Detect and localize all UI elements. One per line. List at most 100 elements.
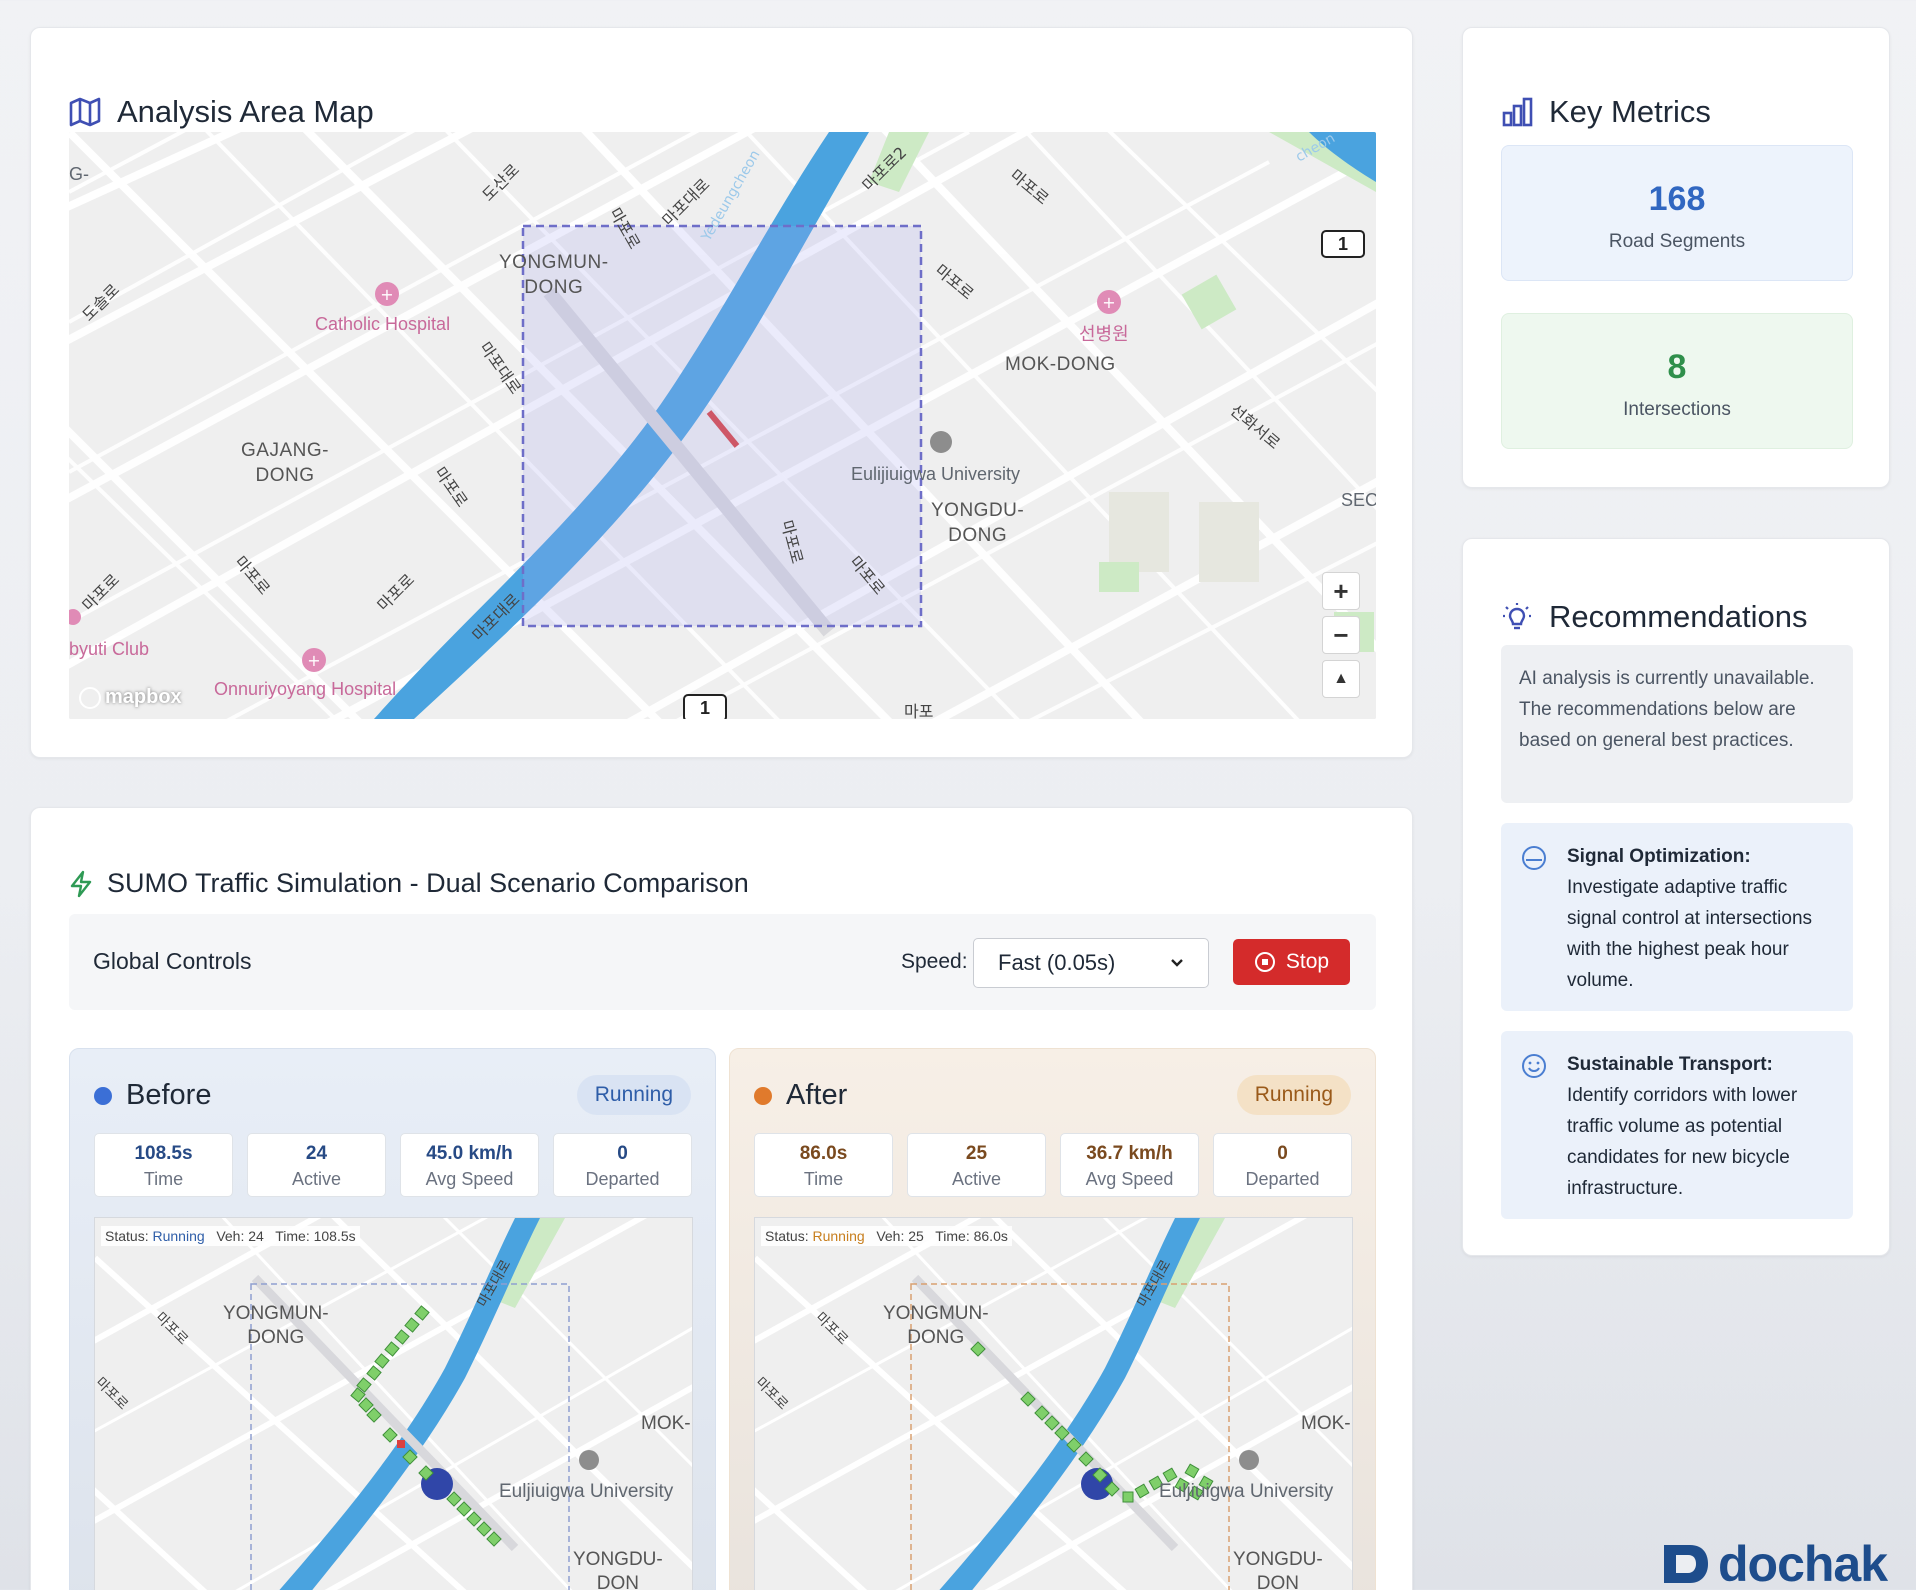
mapbox-attribution[interactable]: mapbox (79, 686, 182, 709)
metrics-title: Key Metrics (1549, 94, 1711, 129)
scenario-after-stats: 86.0s Time 25 Active 36.7 km/h Avg Speed 0 D… (754, 1133, 1352, 1197)
svg-text:+: + (380, 285, 393, 304)
scenario-after: After Running 86.0s Time 25 Active 36.7 km… (729, 1048, 1376, 1590)
chevron-down-icon (1171, 959, 1183, 967)
mini-label-university: Euljiuigwa University (1159, 1481, 1334, 1502)
stat-time: 108.5s Time (94, 1133, 233, 1197)
compass-button[interactable]: ▲ (1322, 660, 1360, 698)
scenario-before-title: Before (126, 1079, 212, 1111)
map-label-yongdu: YONGDU- DONG (931, 500, 1025, 546)
stat-label: Active (291, 1169, 342, 1189)
mini-label-yongmun: YONGMUN- DONG (223, 1303, 329, 1348)
recommendations-header: Recommendations (1501, 599, 1807, 635)
stat-label: Avg Speed (1085, 1169, 1174, 1189)
stop-icon (1254, 952, 1275, 972)
metric-road-segments-label: Road Segments (1608, 231, 1746, 252)
stat-value: 0 (617, 1143, 628, 1164)
map-label-university: Eulijiuigwa University (851, 464, 1021, 484)
metric-road-segments-value: 168 (1648, 180, 1706, 218)
simulation-title: SUMO Traffic Simulation - Dual Scenario … (107, 868, 749, 898)
mini-label-yongdu: YONGDU- DON (1233, 1549, 1323, 1590)
stat-value: 45.0 km/h (426, 1143, 513, 1164)
zoom-in-button[interactable]: + (1322, 572, 1360, 610)
metrics-header: Key Metrics (1501, 94, 1711, 130)
map-label-catholic-hospital: Catholic Hospital (315, 314, 451, 334)
scenario-after-map[interactable]: Status: Running Veh: 25 Time: 86.0s 마포로 … (754, 1217, 1353, 1590)
analysis-map-card: Analysis Area Map + + + 도산로 도솔로 마포로 마포대로… (30, 27, 1413, 758)
svg-text:+: + (1102, 293, 1115, 312)
stat-departed: 0 Departed (1213, 1133, 1352, 1197)
mini-label-university: Euljiuigwa University (499, 1481, 674, 1502)
global-controls-title: Global Controls (93, 948, 252, 974)
compass-icon: ▲ (1333, 670, 1349, 687)
map-icon (69, 97, 101, 127)
stat-value: 25 (965, 1143, 988, 1164)
stat-departed: 0 Departed (553, 1133, 692, 1197)
ai-unavailable-notice: AI analysis is currently unavailable. Th… (1501, 645, 1853, 803)
metric-intersections-label: Intersections (1623, 399, 1731, 420)
before-map-status: Status: Running Veh: 24 Time: 108.5s (101, 1226, 360, 1246)
dochak-logo-icon (1664, 1545, 1708, 1583)
zoom-out-button[interactable]: − (1322, 616, 1360, 654)
recommendation-title: Sustainable Transport: (1567, 1054, 1773, 1075)
map-card-title: Analysis Area Map (117, 94, 374, 129)
map-label-edge: G- (69, 164, 89, 184)
mini-label-mok: MOK- (641, 1413, 691, 1434)
speed-select-value: Fast (0.05s) (998, 950, 1116, 975)
scenario-after-title: After (786, 1079, 848, 1111)
lightning-icon (70, 870, 92, 897)
map-label-club: byuti Club (69, 639, 150, 659)
map-label-hospital-kr: 선병원 (1079, 324, 1129, 344)
lightbulb-icon (1503, 603, 1531, 630)
stat-active: 24 Active (247, 1133, 386, 1197)
after-dot-icon (754, 1086, 772, 1105)
stat-value: 108.5s (134, 1143, 193, 1164)
after-map-status: Status: Running Veh: 25 Time: 86.0s (761, 1226, 1012, 1246)
stat-label: Active (951, 1169, 1002, 1189)
speed-select[interactable]: Fast (0.05s) (973, 938, 1209, 988)
stat-label: Departed (585, 1169, 660, 1189)
stat-avg-speed: 45.0 km/h Avg Speed (400, 1133, 539, 1197)
mini-label-yongdu: YONGDU- DON (573, 1549, 663, 1590)
stop-label: Stop (1285, 950, 1330, 973)
map-label-sec: SEC (1341, 490, 1376, 510)
metric-intersections-value: 8 (1667, 348, 1687, 386)
recommendations-title: Recommendations (1549, 599, 1808, 634)
stop-button[interactable]: Stop (1233, 939, 1350, 985)
recommendations-card: Recommendations AI analysis is currently… (1462, 538, 1890, 1256)
mini-label-yongmun: YONGMUN- DONG (883, 1303, 989, 1348)
scenario-before-map[interactable]: Status: Running Veh: 24 Time: 108.5s 마포로… (94, 1217, 693, 1590)
svg-text:+: + (307, 651, 320, 670)
bar-chart-icon (1502, 97, 1533, 127)
scenario-after-header: After (754, 1079, 847, 1112)
dochak-logo: dochak (1660, 1535, 1888, 1590)
recommendation-sustainable-transport: Sustainable Transport: Identify corridor… (1501, 1031, 1853, 1219)
route-shield-1: 1 (1321, 230, 1365, 258)
stat-label: Avg Speed (425, 1169, 514, 1189)
metric-intersections: 8 Intersections (1501, 313, 1853, 449)
smile-icon (1522, 1054, 1546, 1078)
recommendation-text: Investigate adaptive traffic signal cont… (1567, 877, 1813, 991)
simulation-header: SUMO Traffic Simulation - Dual Scenario … (69, 868, 749, 899)
recommendation-title: Signal Optimization: (1567, 846, 1751, 867)
mini-label-mok: MOK- (1301, 1413, 1351, 1434)
stat-time: 86.0s Time (754, 1133, 893, 1197)
map-label-gajang: GAJANG- DONG (241, 440, 329, 486)
global-controls: Global Controls Speed: Fast (0.05s) Stop (69, 914, 1376, 1010)
dochak-logo-text: dochak (1718, 1536, 1888, 1590)
stat-label: Time (803, 1169, 844, 1189)
stat-label: Time (143, 1169, 184, 1189)
scenario-before-stats: 108.5s Time 24 Active 45.0 km/h Avg Speed 0… (94, 1133, 692, 1197)
gauge-icon (1522, 846, 1546, 870)
scenario-before-header: Before (94, 1079, 211, 1112)
metric-road-segments: 168 Road Segments (1501, 145, 1853, 281)
map-label-yongmun: YONGMUN- DONG (499, 252, 609, 298)
stat-avg-speed: 36.7 km/h Avg Speed (1060, 1133, 1199, 1197)
stat-value: 24 (305, 1143, 328, 1164)
scenario-after-status-badge: Running (1236, 1075, 1351, 1115)
svg-text:마포: 마포 (904, 702, 933, 719)
key-metrics-card: Key Metrics 168 Road Segments 8 Intersec… (1462, 27, 1890, 488)
analysis-map[interactable]: + + + 도산로 도솔로 마포로 마포대로 마포로2 마포로 마포로 마포대로… (69, 132, 1376, 719)
map-label-mok: MOK-DONG (1005, 354, 1116, 375)
map-card-header: Analysis Area Map (69, 94, 374, 130)
